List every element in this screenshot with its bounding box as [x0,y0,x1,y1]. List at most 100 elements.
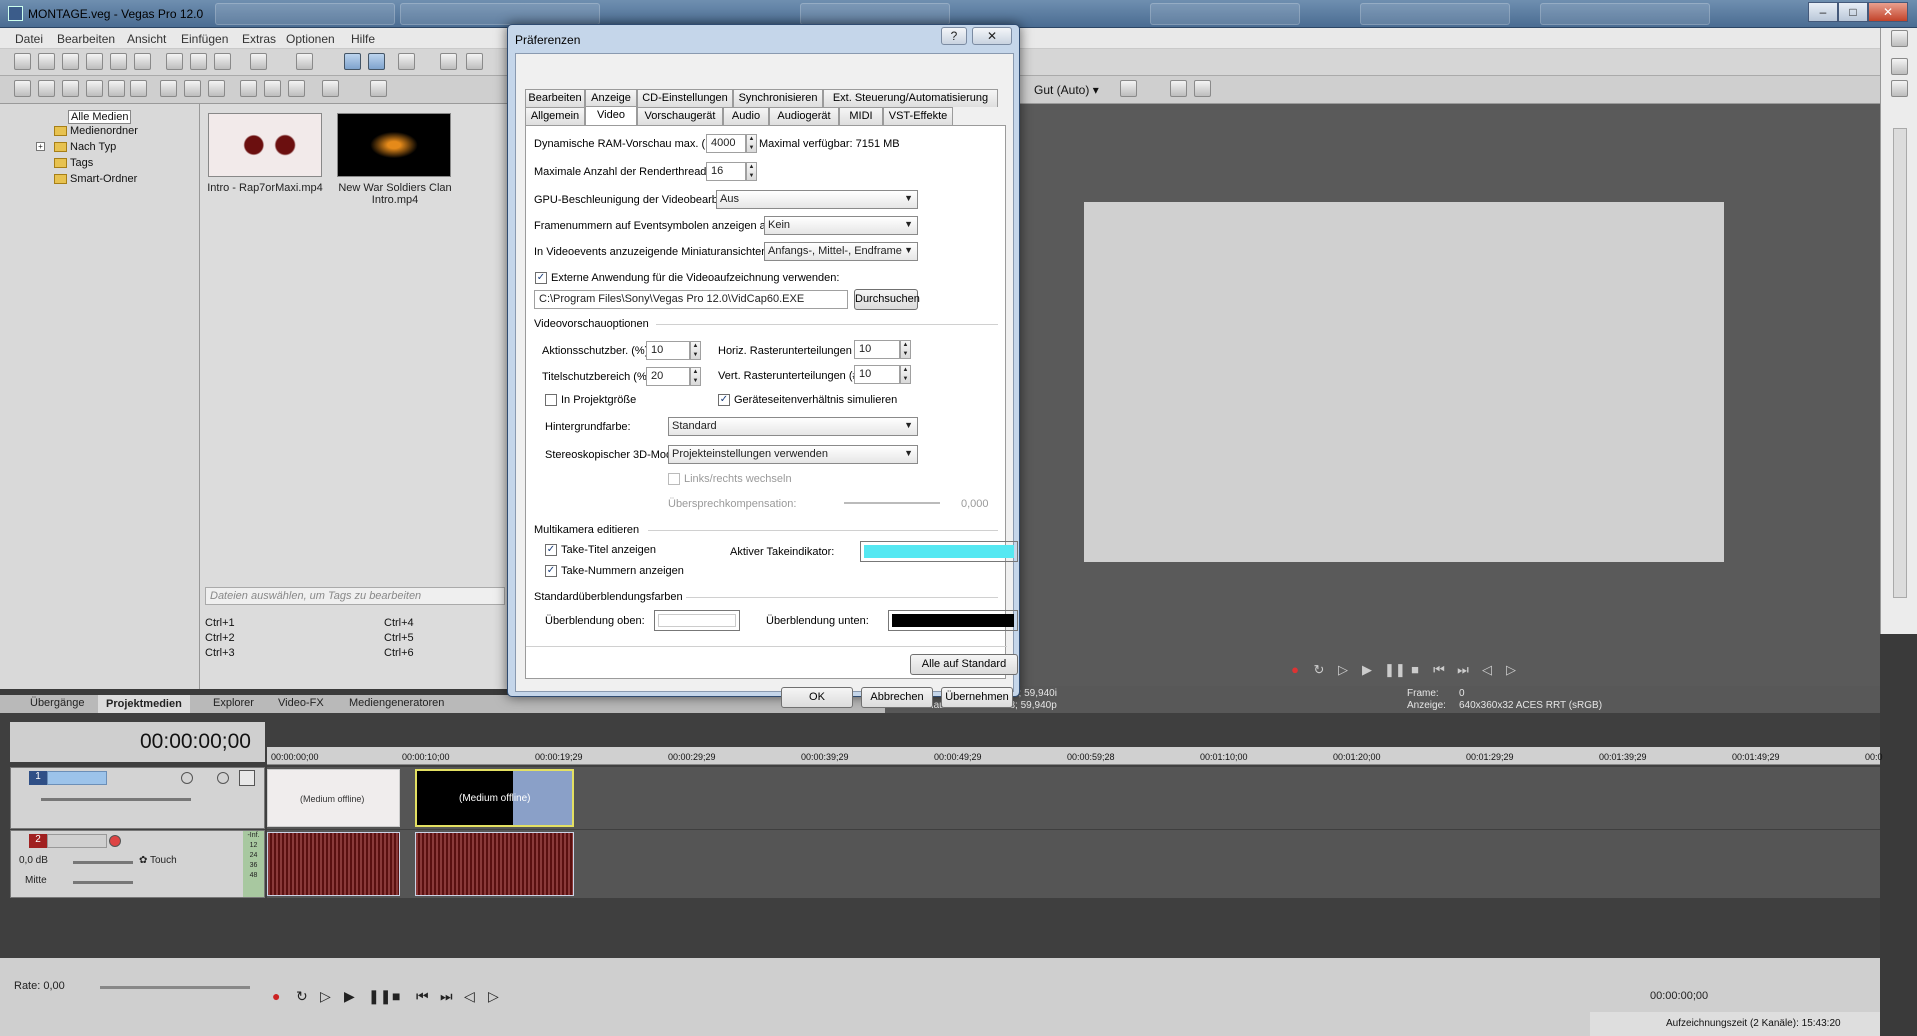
play-preview-icon[interactable] [240,80,257,97]
copy-snapshot-icon[interactable] [1170,80,1187,97]
tab-midi[interactable]: MIDI [839,107,883,125]
pan-slider[interactable] [73,881,133,884]
volume-slider[interactable] [73,861,133,864]
pause-icon[interactable]: ❚❚ [1384,663,1406,677]
media-properties-icon[interactable] [184,80,201,97]
save-icon[interactable] [62,53,79,70]
new-icon[interactable] [14,53,31,70]
selection-tool-icon[interactable] [398,53,415,70]
timeline-ruler[interactable]: 00:00:00;00 00:00:10;00 00:00:19;29 00:0… [267,747,1883,765]
tree-item-smart-folder[interactable]: Smart-Ordner [54,173,137,185]
ok-button[interactable]: OK [781,687,853,708]
start-button[interactable]: ⏮ [416,988,429,1005]
auto-preview-icon[interactable] [288,80,305,97]
spinner-arrows[interactable]: ▲ ▼ [900,340,911,359]
blend-top-color-swatch[interactable] [654,610,740,631]
play-button[interactable]: ▶ [344,988,355,1005]
swap-lr-checkbox[interactable] [668,473,680,485]
prev-frame-icon[interactable]: ◁ [1480,663,1494,677]
pause-button[interactable]: ❚❚ [368,988,391,1005]
open-icon[interactable] [38,53,55,70]
solo-icon[interactable] [239,770,255,786]
record-icon[interactable]: ● [1288,663,1302,677]
gpu-accel-select[interactable]: Aus ▼ [716,190,918,209]
properties-icon[interactable] [134,53,151,70]
tab-audio[interactable]: Audio [723,107,769,125]
tab-anzeige[interactable]: Anzeige [585,89,637,107]
go-to-end-icon[interactable]: ⏭ [1456,663,1470,677]
spinner-arrows[interactable]: ▲ ▼ [746,162,757,181]
title-safe-input[interactable]: 20 ▲ ▼ [646,367,701,386]
views-icon[interactable] [322,80,339,97]
save-as-icon[interactable] [86,53,103,70]
close-window-button[interactable]: ✕ [1868,2,1908,22]
next-frame-icon[interactable]: ▷ [1504,663,1518,677]
active-take-color-swatch[interactable] [860,541,1018,562]
quality-dropdown[interactable]: Gut (Auto) ▾ [1034,83,1099,97]
frame-numbers-select[interactable]: Kein ▼ [764,216,918,235]
menu-hilfe[interactable]: Hilfe [351,32,375,46]
go-to-start-icon[interactable]: ⏮ [1432,663,1446,677]
spinner-arrows[interactable]: ▲ ▼ [690,341,701,360]
spinner-arrows[interactable]: ▲ ▼ [690,367,701,386]
stop-preview-icon[interactable] [264,80,281,97]
track-fx-icon[interactable] [181,772,193,784]
tab-transitions[interactable]: Übergänge [30,697,84,709]
action-safe-input[interactable]: 10 ▲ ▼ [646,341,701,360]
import-icon[interactable] [38,80,55,97]
video-clip[interactable]: (Medium offline) [415,769,574,827]
stereo-3d-select[interactable]: Projekteinstellungen verwenden ▼ [668,445,918,464]
envelope-edit-tool-icon[interactable] [368,53,385,70]
tag-input[interactable]: Dateien auswählen, um Tags zu bearbeiten [205,587,505,605]
tab-vorschaugeraet[interactable]: Vorschaugerät [637,107,723,125]
tab-allgemein[interactable]: Allgemein [525,107,585,125]
tab-media-generators[interactable]: Mediengeneratoren [349,697,444,709]
tab-explorer[interactable]: Explorer [213,697,254,709]
aspect-ratio-checkbox[interactable]: ✓ [718,394,730,406]
loop-icon[interactable]: ↻ [1312,663,1326,677]
prev-frame-button[interactable]: ◁ [464,988,475,1005]
snapping-icon[interactable] [466,53,483,70]
zoom-tool-icon[interactable] [440,53,457,70]
tab-video-fx[interactable]: Video-FX [278,697,324,709]
expand-icon[interactable]: + [36,142,45,151]
menu-bearbeiten[interactable]: Bearbeiten [57,32,115,46]
play-from-start-button[interactable]: ▷ [320,988,331,1005]
external-app-checkbox[interactable]: ✓ [535,272,547,284]
background-color-select[interactable]: Standard ▼ [668,417,918,436]
external-app-path-input[interactable]: C:\Program Files\Sony\Vegas Pro 12.0\Vid… [534,290,848,309]
menu-datei[interactable]: Datei [15,32,43,46]
thumbnails-select[interactable]: Anfangs-, Mittel-, Endframe ▼ [764,242,918,261]
play-from-start-icon[interactable]: ▷ [1336,663,1350,677]
cancel-button[interactable]: Abbrechen [861,687,933,708]
spinner-arrows[interactable]: ▲ ▼ [746,134,757,153]
stop-button[interactable]: ■ [392,988,400,1004]
video-clip[interactable]: (Medium offline) [267,769,400,827]
media-fx-icon[interactable] [208,80,225,97]
audio-track-header[interactable]: 2 0,0 dB Mitte ✿ Touch -Inf. 12 24 36 48 [10,830,265,898]
spinner-arrows[interactable]: ▲ ▼ [900,365,911,384]
ram-preview-input[interactable]: 4000 ▲ ▼ [706,134,757,153]
audio-clip[interactable] [415,832,574,896]
get-media-icon[interactable] [86,80,103,97]
panel-icon[interactable] [1891,30,1908,47]
track-name-field[interactable] [47,834,107,848]
video-track-header[interactable]: 1 [10,767,265,829]
copy-icon[interactable] [190,53,207,70]
stop-icon[interactable]: ■ [1408,663,1422,677]
arm-record-icon[interactable] [109,835,121,847]
remove-icon[interactable] [160,80,177,97]
level-slider[interactable] [41,798,191,801]
panel-icon[interactable] [1891,58,1908,75]
loop-button[interactable]: ↻ [296,988,308,1005]
refresh-icon[interactable] [108,80,125,97]
track-name-field[interactable] [47,771,107,785]
rate-slider[interactable] [100,986,250,989]
vgrid-input[interactable]: 10 ▲ ▼ [854,365,911,384]
tab-audiogeraet[interactable]: Audiogerät [769,107,839,125]
render-icon[interactable] [110,53,127,70]
reset-all-button[interactable]: Alle auf Standard [910,654,1018,675]
crosstalk-slider[interactable] [844,502,940,504]
tab-vst-effekte[interactable]: VST-Effekte [883,107,953,125]
save-snapshot-icon[interactable] [1194,80,1211,97]
